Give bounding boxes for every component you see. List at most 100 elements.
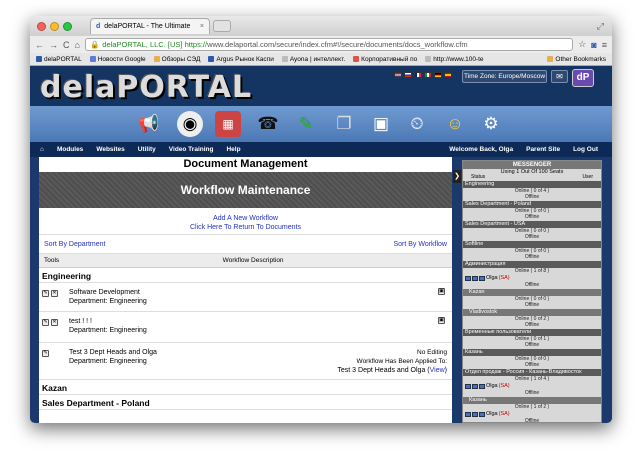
edit-icon[interactable]: ✎: [42, 319, 49, 326]
bookmark-item[interactable]: delaPORTAL: [36, 56, 82, 63]
view-link[interactable]: View: [430, 367, 445, 374]
mail-icon[interactable]: ✉: [551, 70, 568, 83]
phone-icon[interactable]: [479, 275, 485, 281]
video-icon[interactable]: [472, 411, 478, 417]
nav-websites[interactable]: Websites: [96, 146, 124, 153]
webcam-icon[interactable]: ◉: [177, 111, 203, 137]
messenger-user[interactable]: Olga (SA): [463, 382, 601, 390]
nav-home-icon[interactable]: ⌂: [40, 146, 44, 153]
flag-ru-icon[interactable]: [404, 72, 412, 78]
bookmark-item[interactable]: http://www.100-te: [425, 56, 484, 63]
phone-icon[interactable]: [479, 383, 485, 389]
messenger-user[interactable]: Olga (SA): [463, 274, 601, 282]
users-icon[interactable]: ☺: [442, 111, 468, 137]
add-workflow-link[interactable]: Add A New Workflow: [39, 214, 452, 223]
menu-icon[interactable]: ≡: [602, 40, 607, 50]
messenger-user[interactable]: Olga (SA): [463, 410, 601, 418]
workflow-name: test ! ! !: [69, 318, 92, 325]
flag-es-icon[interactable]: [444, 72, 452, 78]
page-title: Document Management: [183, 158, 308, 170]
messenger-subgroup[interactable]: Казань: [463, 397, 601, 404]
messenger-group[interactable]: Отдел продаж - Россия - Казань-Владивост…: [463, 369, 601, 376]
home-icon[interactable]: ⌂: [75, 40, 80, 50]
messenger-group[interactable]: Sales Department - Poland: [463, 201, 601, 208]
collapse-messenger-icon[interactable]: ❯: [453, 170, 461, 183]
return-to-documents-link[interactable]: Click Here To Return To Documents: [39, 223, 452, 232]
nav-video-training[interactable]: Video Training: [169, 146, 214, 153]
admin-tools-icon[interactable]: ⚙: [478, 111, 504, 137]
extension-icon[interactable]: ◙: [591, 40, 596, 50]
clock-icon[interactable]: ⏲: [404, 111, 430, 137]
chat-icon[interactable]: [465, 275, 471, 281]
table-row: ✎ ✕ Software Development Department: Eng…: [39, 283, 452, 312]
megaphone-icon[interactable]: 📢: [136, 111, 162, 137]
phone-icon[interactable]: [479, 411, 485, 417]
timezone-button[interactable]: Time Zone: Europe/Moscow: [462, 70, 547, 83]
bookmark-item[interactable]: Argus Рынок Каспи: [208, 56, 274, 63]
bookmark-item[interactable]: Ayona | интеллект.: [281, 56, 345, 63]
sort-by-workflow-link[interactable]: Sort By Workflow: [393, 241, 447, 248]
minimize-window-button[interactable]: [50, 21, 59, 31]
messenger-group[interactable]: Казань: [463, 349, 601, 356]
calendar-icon[interactable]: ▦: [215, 111, 241, 137]
nav-welcome[interactable]: Welcome Back, Olga: [449, 146, 513, 153]
messenger-status-line: Offline: [524, 390, 540, 396]
flag-fr-icon[interactable]: [414, 72, 422, 78]
nav-modules[interactable]: Modules: [57, 146, 83, 153]
back-icon[interactable]: ←: [35, 40, 44, 50]
video-icon[interactable]: [472, 383, 478, 389]
star-icon[interactable]: ☆: [578, 39, 586, 50]
bookmark-icon: [353, 56, 360, 62]
messenger-group[interactable]: Администрация: [463, 261, 601, 268]
table-row: ✎ ✕ test ! ! ! Department: Engineering ▣: [39, 312, 452, 343]
messenger-group[interactable]: Softline: [463, 241, 601, 248]
presentation-icon[interactable]: ▣: [368, 111, 394, 137]
flag-de-icon[interactable]: [434, 72, 442, 78]
chat-icon[interactable]: [465, 383, 471, 389]
messenger-subgroup[interactable]: Vladivostok: [463, 309, 601, 316]
browser-tab[interactable]: d delaPORTAL - The Ultimate ×: [90, 18, 210, 34]
bookmark-item[interactable]: Обзоры СЭД: [153, 56, 200, 63]
chat-icon[interactable]: [465, 411, 471, 417]
edit-icon[interactable]: ✎: [42, 290, 49, 297]
trash-icon[interactable]: ✕: [51, 319, 58, 326]
messenger-subgroup[interactable]: Kazan: [463, 289, 601, 296]
nav-logout[interactable]: Log Out: [573, 146, 598, 153]
notepad-icon[interactable]: ✎: [293, 111, 319, 137]
flag-us-icon[interactable]: [394, 72, 402, 78]
phone-icon[interactable]: ☎: [255, 111, 281, 137]
copy-icon[interactable]: ▣: [438, 317, 445, 324]
nav-parent-site[interactable]: Parent Site: [526, 146, 560, 153]
forward-icon[interactable]: →: [49, 40, 58, 50]
sort-by-department-link[interactable]: Sort By Department: [44, 241, 105, 248]
new-tab-button[interactable]: [213, 20, 231, 32]
trash-icon[interactable]: ✕: [51, 290, 58, 297]
video-icon[interactable]: [472, 275, 478, 281]
bookmark-item[interactable]: Корпоративный по: [353, 56, 417, 63]
messenger-status-line: Offline: [524, 418, 540, 423]
site-logo[interactable]: delaPORTAL: [40, 70, 252, 105]
messenger-group[interactable]: Engineering: [463, 181, 601, 188]
documents-icon[interactable]: ❐: [331, 111, 357, 137]
messenger-panel: MESSENGER Using 1 Out Of 100 Seats Statu…: [462, 160, 602, 423]
workflow-status: No Editing Workflow Has Been Applied To:…: [337, 348, 447, 375]
address-bar[interactable]: 🔒 delaPORTAL, LLC. [US] https:// www.del…: [84, 38, 574, 51]
maximize-window-button[interactable]: [63, 21, 72, 31]
messenger-group[interactable]: Sales Department - USA: [463, 221, 601, 228]
other-bookmarks[interactable]: Other Bookmarks: [547, 56, 606, 63]
fullscreen-icon[interactable]: ⤢: [597, 21, 604, 32]
edit-icon[interactable]: ✎: [42, 350, 49, 357]
nav-utility[interactable]: Utility: [138, 146, 156, 153]
applied-close: ): [444, 367, 447, 374]
flag-it-icon[interactable]: [424, 72, 432, 78]
table-row: ✎ Test 3 Dept Heads and Olga Department:…: [39, 343, 452, 380]
dp-button[interactable]: dP: [572, 69, 594, 87]
reload-icon[interactable]: C: [63, 40, 70, 50]
copy-icon[interactable]: ▣: [438, 288, 445, 295]
close-window-button[interactable]: [37, 21, 46, 31]
messenger-group[interactable]: Временные пользователи: [463, 329, 601, 336]
nav-help[interactable]: Help: [226, 146, 240, 153]
close-tab-icon[interactable]: ×: [200, 23, 204, 30]
bookmark-item[interactable]: Новости Google: [89, 56, 146, 63]
main-nav: ⌂ Modules Websites Utility Video Trainin…: [30, 142, 612, 157]
